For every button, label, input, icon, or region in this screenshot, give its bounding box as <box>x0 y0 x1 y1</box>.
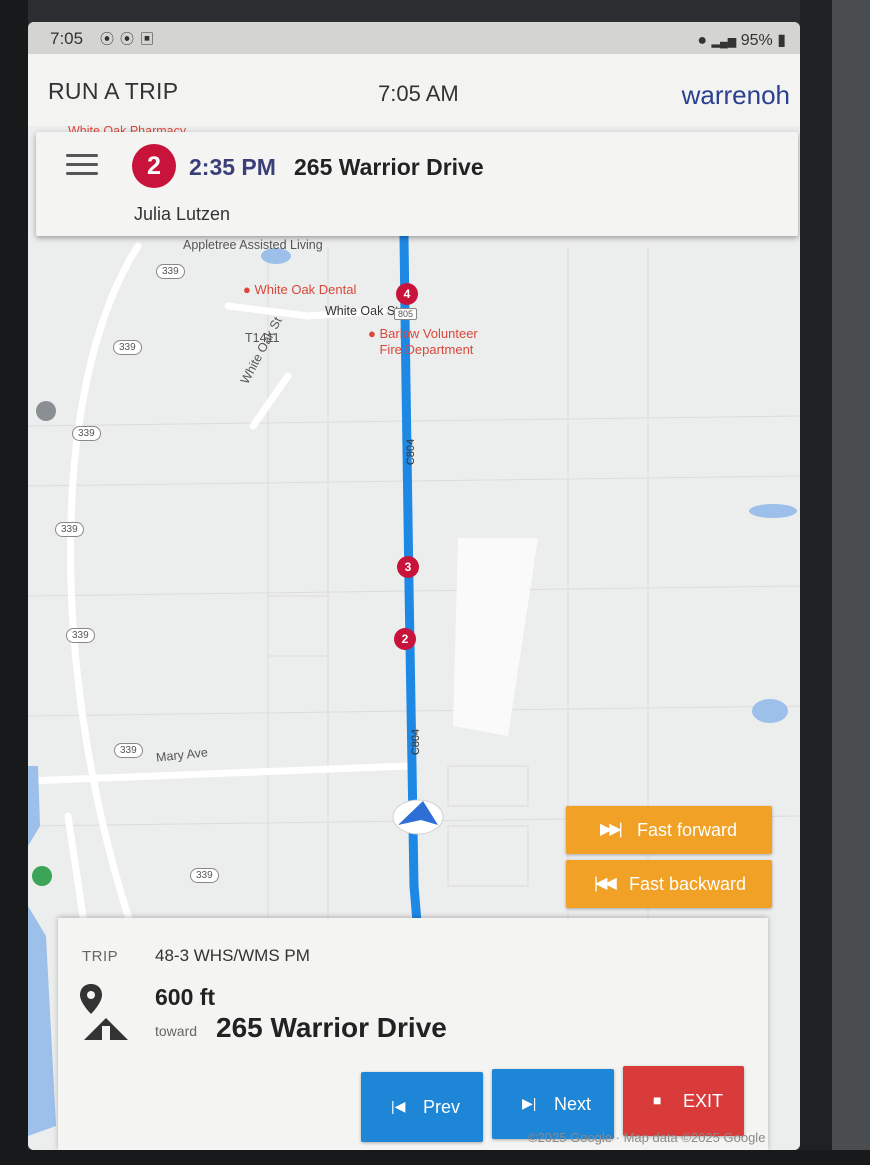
route-shield-339: 339 <box>66 628 95 643</box>
stop-number-badge: 2 <box>132 144 176 188</box>
poi-pin-icon: ● <box>368 326 376 341</box>
route-shield-339: 339 <box>190 868 219 883</box>
trip-id: 48-3 WHS/WMS PM <box>155 946 310 965</box>
next-button[interactable]: ▶| Next <box>492 1069 614 1139</box>
route-shield-339: 339 <box>156 264 185 279</box>
status-time: 7:05 <box>50 29 84 48</box>
route-shield-339: 339 <box>114 743 143 758</box>
stop-icon: ■ <box>653 1092 662 1108</box>
map-poi-fire-department[interactable]: ● Barlow Volunteer Fire Department <box>368 326 478 358</box>
hamburger-menu-icon[interactable] <box>66 154 98 176</box>
map-label-assisted-living: Appletree Assisted Living <box>183 238 323 252</box>
location-icon: ⦿ <box>120 31 140 47</box>
trip-label: TRIP <box>82 948 119 965</box>
stop-address: 265 Warrior Drive <box>294 154 484 180</box>
stop-marker-label: 3 <box>404 560 412 574</box>
map-pin-icon <box>80 984 102 1014</box>
fast-forward-button[interactable]: ▶▶| Fast forward <box>566 806 772 854</box>
stop-marker-4[interactable]: 4 <box>396 283 418 305</box>
continue-straight-icon <box>84 1018 128 1040</box>
distance-to-turn: 600 ft <box>155 984 216 1010</box>
destination-address: 265 Warrior Drive <box>216 1012 447 1043</box>
passenger-name: Julia Lutzen <box>134 204 231 224</box>
battery-icon: ▮ <box>777 32 786 49</box>
poi-label: Fire Department <box>379 342 474 357</box>
status-right: ● ▂▄▆ 95% ▮ <box>697 30 786 50</box>
device-screen: 7:05 ⦿⦿▣ ● ▂▄▆ 95% ▮ RUN A TRIP 7:05 AM … <box>28 22 800 1150</box>
map-label-c804: C804 <box>405 438 418 466</box>
current-location-arrow <box>392 799 444 835</box>
status-bar: 7:05 ⦿⦿▣ ● ▂▄▆ 95% ▮ <box>28 22 800 54</box>
location-icon: ● <box>697 32 708 49</box>
skip-next-icon: ▶| <box>522 1095 537 1111</box>
prev-label: Prev <box>423 1097 461 1117</box>
route-shield-339: 339 <box>55 522 84 537</box>
stop-marker-2[interactable]: 2 <box>394 628 416 650</box>
fast-backward-button[interactable]: |◀◀ Fast backward <box>566 860 772 908</box>
fast-backward-icon: |◀◀ <box>594 875 617 892</box>
map-label-white-oak-st: White Oak St <box>325 304 399 318</box>
device-edge <box>832 0 870 1165</box>
page-title: RUN A TRIP <box>48 78 179 104</box>
toward-label: toward <box>155 1023 198 1039</box>
current-stop-card[interactable]: 2 2:35 PM 265 Warrior Drive Julia Lutzen <box>36 132 798 236</box>
app-icon: ▣ <box>140 31 160 47</box>
battery-percent: 95% <box>740 32 773 49</box>
poi-label: Barlow Volunteer <box>379 326 478 341</box>
device-bezel-bottom <box>0 1150 870 1165</box>
poi-label: White Oak Dental <box>254 282 357 297</box>
fast-forward-label: Fast forward <box>637 820 738 840</box>
stop-marker-label: 2 <box>401 632 409 646</box>
map-label-c804: C804 <box>410 728 423 756</box>
stop-marker-3[interactable]: 3 <box>397 556 419 578</box>
map-poi-dental[interactable]: ● White Oak Dental <box>243 282 356 298</box>
signal-icon: ▂▄▆ <box>711 36 737 48</box>
route-shield-805: 805 <box>394 308 418 320</box>
exit-button[interactable]: ■ EXIT <box>623 1066 744 1136</box>
app-bar: RUN A TRIP 7:05 AM warrenoh <box>28 54 800 126</box>
location-icon: ⦿ <box>100 31 120 47</box>
user-name[interactable]: warrenoh <box>682 80 790 111</box>
stop-time: 2:35 PM <box>189 154 276 180</box>
skip-previous-icon: |◀ <box>391 1098 406 1114</box>
fast-backward-label: Fast backward <box>629 874 747 894</box>
route-shield-339: 339 <box>72 426 101 441</box>
poi-pin-icon: ● <box>243 282 251 297</box>
device-bezel-left <box>0 0 28 1165</box>
route-shield-339: 339 <box>113 340 142 355</box>
fast-forward-icon: ▶▶| <box>600 821 623 838</box>
exit-label: EXIT <box>683 1091 724 1111</box>
app-clock: 7:05 AM <box>378 81 459 106</box>
notification-icons: ⦿⦿▣ <box>100 29 160 49</box>
next-label: Next <box>554 1094 592 1114</box>
prev-button[interactable]: |◀ Prev <box>361 1072 483 1142</box>
map-copyright: ©2025 Google · Map data ©2025 Google <box>528 1130 766 1145</box>
stop-marker-label: 4 <box>403 287 411 301</box>
